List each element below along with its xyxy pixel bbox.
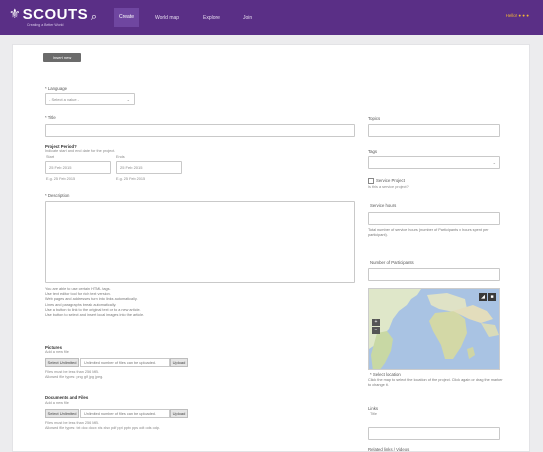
title-input[interactable] [45,124,355,137]
pictures-select-button[interactable]: Select Unlimited [45,358,79,367]
chevron-down-icon: ⌄ [492,160,496,165]
chevron-down-icon: ⌄ [126,97,130,102]
insert-button[interactable]: Insert new [43,53,81,62]
zoom-in-button[interactable]: + [372,319,380,326]
service-hours-label: Service hours [370,203,397,208]
top-navigation-bar: ⚜ SCOUTS Creating a Better World ⌕ Creat… [0,0,543,35]
zoom-out-button[interactable]: − [372,327,380,334]
create-project-form: Insert new * Language - Select a value -… [12,44,530,452]
tab-world-map[interactable]: World map [150,11,184,25]
tab-join[interactable]: Join [238,11,257,25]
select-location-label: * Select location [370,372,401,377]
description-textarea[interactable] [45,201,355,283]
tab-explore[interactable]: Explore [198,11,225,25]
search-icon[interactable]: ⌕ [82,5,106,29]
documents-hint: Add a new file [45,401,69,405]
tags-select[interactable]: ⌄ [368,156,500,169]
start-label: Start [46,155,55,159]
help-line: Use button to select and insert local im… [45,313,145,318]
end-date-input[interactable]: 25 Feb 2015 [116,161,182,174]
documents-note: Files must be less than 256 MB. [45,421,100,425]
start-date-example: E.g. 25 Feb 2015 [46,177,76,181]
user-menu[interactable]: Hello! ● ● ● [506,13,529,18]
location-map[interactable]: ◢ ■ + − [368,288,500,370]
service-project-hint: Is this a service project? [368,185,409,189]
links-label: Links [368,406,379,411]
documents-upload-button[interactable]: Upload [170,409,188,418]
pictures-file-field[interactable]: Unlimited number of files can be uploade… [80,358,170,367]
pictures-upload-button[interactable]: Upload [170,358,188,367]
documents-select-button[interactable]: Select Unlimited [45,409,79,418]
service-hours-input[interactable] [368,212,500,225]
pictures-note: Files must be less than 256 MB. [45,370,100,374]
language-label: * Language [45,86,67,91]
documents-note: Allowed file types: txt doc docx xls xls… [45,426,161,430]
links-title-input[interactable] [368,427,500,440]
topics-input[interactable] [368,124,500,137]
logo-text: SCOUTS [22,6,89,23]
scouts-logo[interactable]: ⚜ SCOUTS Creating a Better World [9,6,89,28]
participants-label: Number of Participants [370,260,414,265]
topics-label: Topics [368,116,381,121]
text-format-help: You are able to use certain HTML tags. U… [45,287,345,318]
service-project-label: Service Project [376,178,405,183]
end-date-example: E.g. 25 Feb 2015 [116,177,146,181]
logo-tagline: Creating a Better World [27,23,64,27]
tags-label: Tags [368,149,378,154]
language-select-value: - Select a value - [49,97,80,102]
start-date-input[interactable]: 25 Feb 2015 [45,161,111,174]
end-label: Ends [116,155,125,159]
tab-create[interactable]: Create [114,8,140,27]
title-label: * Title [45,115,56,120]
description-label: * Description [45,193,70,198]
participants-input[interactable] [368,268,500,281]
pictures-note: Allowed file types: png gif jpg jpeg. [45,375,104,379]
service-project-checkbox[interactable] [368,178,374,184]
map-help: Click the map to select the location of … [368,378,503,388]
links-title-label: Title [370,412,378,416]
project-period-hint: Indicate start and end date for the proj… [45,149,116,153]
map-layers-button[interactable]: ■ [488,293,496,301]
pictures-hint: Add a new file [45,350,69,354]
fleur-de-lis-icon: ⚜ [9,6,21,21]
documents-file-field[interactable]: Unlimited number of files can be uploade… [80,409,170,418]
world-map-graphic [369,289,499,369]
documents-label: Documents and Files [45,395,89,400]
language-select[interactable]: - Select a value - ⌄ [45,93,135,105]
related-links-label: Related links / Videos [368,447,410,452]
service-hours-help: Total number of service hours (number of… [368,228,489,238]
map-fullscreen-button[interactable]: ◢ [479,293,487,301]
